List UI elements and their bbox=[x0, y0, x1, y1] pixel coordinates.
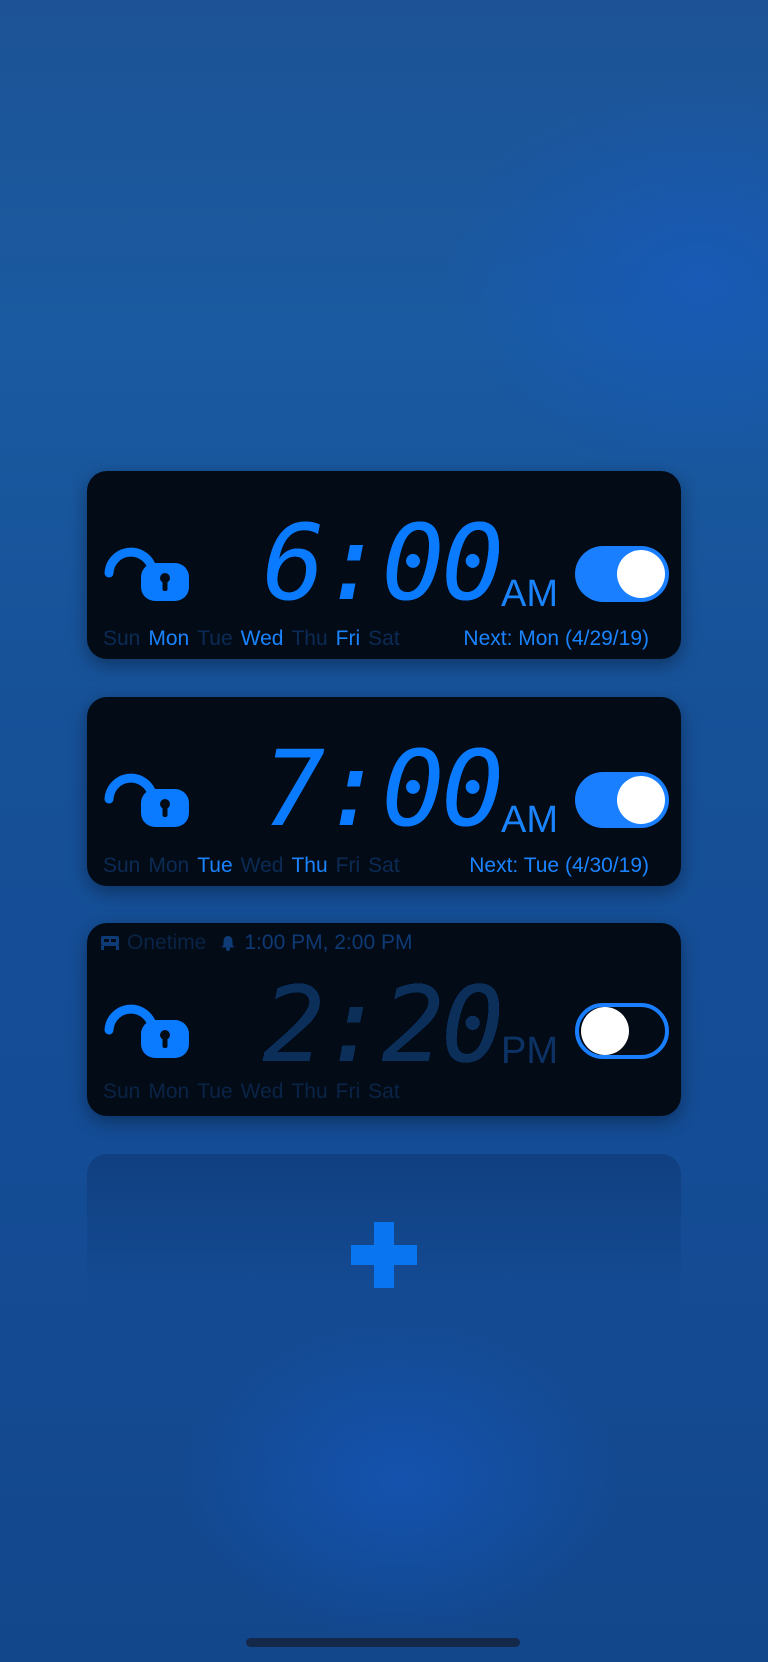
alarm-header: Onetime 1:00 PM, 2:00 PM bbox=[101, 931, 412, 955]
home-indicator[interactable] bbox=[246, 1638, 520, 1647]
unlock-icon[interactable] bbox=[103, 769, 191, 829]
day-sun: Sun bbox=[103, 854, 141, 877]
bed-icon bbox=[101, 936, 119, 950]
day-sat: Sat bbox=[368, 854, 400, 877]
toggle-knob bbox=[617, 550, 665, 598]
alarm-card-2[interactable]: 7:00 AM Sun Mon Tue Wed Thu Fri Sat Next… bbox=[87, 697, 681, 886]
day-thu: Thu bbox=[291, 1080, 328, 1103]
day-mon: Mon bbox=[148, 854, 190, 877]
day-mon: Mon bbox=[148, 1080, 190, 1103]
alarm-label: Onetime bbox=[127, 931, 207, 954]
unlock-icon[interactable] bbox=[103, 1000, 191, 1060]
weekday-list: Sun Mon Tue Wed Thu Fri Sat bbox=[103, 627, 400, 651]
toggle-knob bbox=[617, 776, 665, 824]
day-thu: Thu bbox=[291, 854, 328, 877]
bell-icon bbox=[221, 936, 235, 951]
alarm-time[interactable]: 7:00 bbox=[263, 737, 504, 841]
day-fri: Fri bbox=[335, 627, 361, 650]
next-alarm-date: Next: Mon (4/29/19) bbox=[463, 627, 649, 650]
day-mon: Mon bbox=[148, 627, 190, 650]
day-fri: Fri bbox=[335, 1080, 361, 1103]
weekday-list: Sun Mon Tue Wed Thu Fri Sat bbox=[103, 854, 400, 878]
day-wed: Wed bbox=[240, 627, 284, 650]
day-sat: Sat bbox=[368, 1080, 400, 1103]
next-alarm-date: Next: Tue (4/30/19) bbox=[469, 854, 649, 877]
alarm-card-1[interactable]: 6:00 AM Sun Mon Tue Wed Thu Fri Sat Next… bbox=[87, 471, 681, 659]
day-tue: Tue bbox=[197, 854, 233, 877]
day-tue: Tue bbox=[197, 1080, 233, 1103]
day-tue: Tue bbox=[197, 627, 233, 650]
day-wed: Wed bbox=[240, 1080, 284, 1103]
alarm-ampm: AM bbox=[501, 799, 558, 841]
alarm-ampm: PM bbox=[501, 1030, 558, 1072]
unlock-icon[interactable] bbox=[103, 543, 191, 603]
day-wed: Wed bbox=[240, 854, 284, 877]
snooze-times: 1:00 PM, 2:00 PM bbox=[244, 931, 413, 954]
alarm-toggle[interactable] bbox=[575, 772, 669, 828]
day-sat: Sat bbox=[368, 627, 400, 650]
alarm-card-3[interactable]: Onetime 1:00 PM, 2:00 PM 2:20 PM Sun Mon… bbox=[87, 923, 681, 1116]
alarm-time[interactable]: 2:20 bbox=[263, 973, 504, 1077]
day-thu: Thu bbox=[291, 627, 328, 650]
day-sun: Sun bbox=[103, 1080, 141, 1103]
weekday-list: Sun Mon Tue Wed Thu Fri Sat bbox=[103, 1080, 400, 1104]
alarm-ampm: AM bbox=[501, 573, 558, 615]
alarm-time[interactable]: 6:00 bbox=[263, 511, 504, 615]
toggle-knob bbox=[581, 1007, 629, 1055]
add-alarm-button[interactable] bbox=[87, 1154, 681, 1344]
day-fri: Fri bbox=[335, 854, 361, 877]
alarm-toggle[interactable] bbox=[575, 1003, 669, 1059]
day-sun: Sun bbox=[103, 627, 141, 650]
plus-icon bbox=[351, 1222, 417, 1288]
alarm-toggle[interactable] bbox=[575, 546, 669, 602]
